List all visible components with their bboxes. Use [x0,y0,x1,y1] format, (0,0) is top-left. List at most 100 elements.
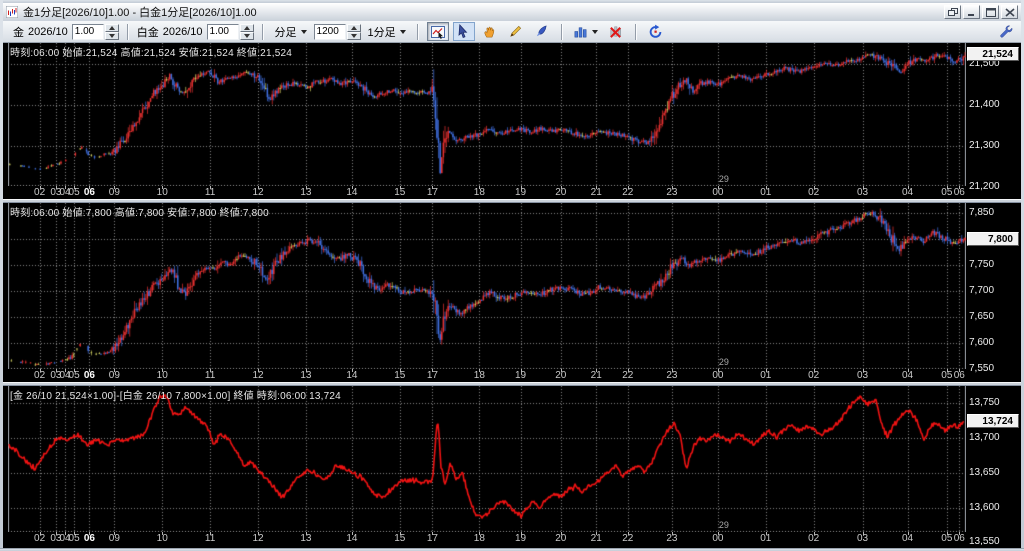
x-axis-label: 10 [156,370,168,381]
x-axis-label: 05 [941,533,953,544]
x-axis-label: 22 [622,187,634,198]
interval-dropdown[interactable]: 1分足 [365,22,409,42]
close-button[interactable] [1001,5,1018,19]
bar-count-up-button[interactable] [346,23,361,32]
title-bar[interactable]: 金1分足[2026/10]1.00 - 白金1分足[2026/10]1.00 [3,3,1021,21]
gold-ratio-down-button[interactable] [104,31,119,40]
x-axis-label: 21 [590,370,602,381]
x-axis-label: 01 [760,187,772,198]
x-axis-label: 05 [941,187,953,198]
bar-count-down-button[interactable] [346,31,361,40]
select-cursor-button[interactable] [452,22,475,41]
x-axis-label: 12 [252,187,264,198]
x-axis-label: 11 [204,370,216,381]
maximize-button[interactable] [982,5,999,19]
x-axis-label: 17 [426,187,438,198]
x-axis-label: 23 [666,533,678,544]
x-axis-label: 13 [300,533,312,544]
window-frame [0,0,3,551]
spread-current-price-badge: 13,724 [967,413,1019,428]
draw-line-button[interactable] [531,22,553,41]
chart-mode-button[interactable] [426,22,449,41]
window-title: 金1分足[2026/10]1.00 - 白金1分足[2026/10]1.00 [23,7,257,19]
delete-drawings-button[interactable] [605,22,627,41]
gold-time-axis: 02 03 04 05 06 09 10 11 12 13 14 15 17 18 19 20 21 22 23 00… [8,186,966,199]
pencil-button[interactable] [505,22,527,41]
gold-ratio-spinner [71,23,119,40]
y-axis-label: 21,400 [969,98,1000,110]
x-axis-label: 03 [856,187,869,198]
platinum-ratio-input[interactable] [206,23,239,40]
x-axis-label: 00 [712,187,724,198]
x-axis-label: 01 [760,370,772,381]
gold-candle-canvas[interactable] [8,43,966,186]
platinum-price-axis: 7,850 7,800 7,750 7,700 7,650 7,600 7,550 [966,203,1024,382]
gold-price-axis: 21,500 21,400 21,300 21,200 [966,43,1024,199]
x-axis-label: 04 [901,533,914,544]
x-axis-label: 05 [68,370,80,381]
cursor-icon [456,24,471,39]
x-axis-label: 06 [953,533,965,544]
x-axis-label: 06 [83,533,95,544]
x-axis-label: 17 [426,533,438,544]
chart-type-dropdown[interactable]: 分足 [272,22,310,42]
x-axis-label: 18 [473,187,485,198]
x-axis-label: 18 [473,370,485,381]
y-axis-label: 7,700 [969,284,995,296]
x-axis-label: 17 [426,370,438,381]
x-axis-label: 19 [514,187,527,198]
panel-splitter[interactable] [3,382,1021,386]
indicator-bars-button[interactable] [571,22,601,41]
spread-formula-readout: [金 26/10 21,524×1.00]-[白金 26/10 7,800×1.… [10,391,341,402]
toolbar-separator [560,23,563,40]
hand-icon [482,24,497,39]
refresh-button[interactable] [645,22,667,41]
x-axis-label: 11 [204,187,216,198]
y-axis-label: 21,300 [969,139,1000,151]
spread-line-canvas[interactable] [8,386,966,532]
gold-ratio-up-button[interactable] [104,23,119,32]
bar-count-input[interactable] [313,23,346,40]
y-axis-label: 7,550 [969,363,995,374]
x-axis-label: 22 [622,533,634,544]
x-axis-label: 09 [108,370,120,381]
x-axis-label: 01 [760,533,772,544]
x-axis-label: 00 [712,533,724,544]
x-axis-label: 21 [590,187,602,198]
y-axis-label: 13,750 [969,396,1000,408]
pan-hand-button[interactable] [479,22,501,41]
settings-button[interactable] [994,22,1016,41]
x-axis-label: 21 [590,533,602,544]
platinum-ratio-up-button[interactable] [239,23,254,32]
x-axis-label: 09 [108,187,120,198]
chevron-down-icon [300,29,307,34]
x-axis-label: 18 [473,533,485,544]
x-axis-label: 23 [666,370,678,381]
x-axis-label: 02 [808,187,820,198]
x-axis-label: 20 [555,533,567,544]
x-axis-label: 02 [34,533,46,544]
spread-time-axis: 02 03 04 05 06 09 10 11 12 13 14 15 17 18 19 20 21 22 23 00… [8,532,966,545]
date-change-label: 29 [718,174,729,184]
panel-splitter[interactable] [3,199,1021,203]
gold-ratio-input[interactable] [71,23,104,40]
x-axis-label: 00 [712,370,724,381]
app-icon [6,6,18,18]
x-axis-label: 20 [555,187,567,198]
popout-button[interactable] [944,5,961,19]
platinum-candle-canvas[interactable] [8,203,966,369]
minimize-button[interactable] [963,5,980,19]
gold-label: 金 [13,26,24,39]
x-axis-label: 15 [394,187,406,198]
x-axis-label: 13 [300,187,312,198]
x-axis-label: 04 [901,187,914,198]
platinum-ratio-down-button[interactable] [239,31,254,40]
platinum-month: 2026/10 [162,25,203,38]
y-axis-label: 7,650 [969,310,995,322]
x-axis-label: 15 [394,533,406,544]
x-axis-label: 02 [808,370,820,381]
gold-current-price-badge: 21,524 [967,47,1019,62]
bar-chart-icon [573,24,588,39]
x-axis-label: 13 [300,370,312,381]
x-axis-label: 05 [68,187,80,198]
